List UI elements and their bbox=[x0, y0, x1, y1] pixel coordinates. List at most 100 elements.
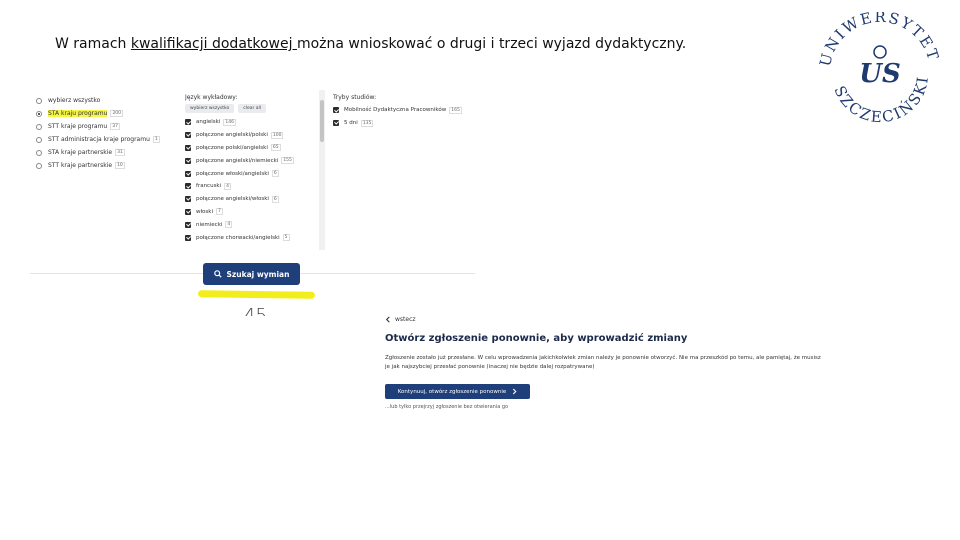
radio-button[interactable] bbox=[36, 162, 42, 169]
reopen-application-screenshot: wstecz Otwórz zgłoszenie ponownie, aby w… bbox=[385, 316, 830, 426]
result-count-badge: 37 bbox=[110, 123, 120, 130]
language-label: połączone angielski/polski bbox=[196, 132, 268, 139]
result-count-badge: 6 bbox=[271, 170, 279, 178]
select-all-button[interactable]: wybierz wszystko bbox=[185, 104, 235, 113]
search-filters-screenshot: wybierz wszystko STA kraju programu 200 STT… bbox=[30, 88, 475, 303]
language-option[interactable]: włoski 7 bbox=[185, 206, 319, 219]
language-label: połączone włoski/angielski bbox=[196, 170, 269, 177]
checkbox[interactable] bbox=[185, 234, 191, 241]
scroll-thumb[interactable] bbox=[320, 100, 324, 142]
checkbox[interactable] bbox=[185, 132, 191, 139]
study-mode-label: 5 dni bbox=[344, 120, 358, 127]
title-post: można wnioskować o drugi i trzeci wyjazd… bbox=[296, 36, 687, 52]
result-count-badge: 165 bbox=[449, 106, 462, 114]
result-count-badge: 7 bbox=[216, 208, 223, 216]
checkbox[interactable] bbox=[185, 119, 191, 126]
radio-button[interactable] bbox=[36, 97, 42, 104]
result-count-badge: 200 bbox=[110, 110, 124, 117]
language-label: angielski bbox=[196, 119, 221, 126]
language-option[interactable]: angielski 146 bbox=[185, 116, 319, 129]
checkbox[interactable] bbox=[185, 183, 191, 190]
language-label: francuski bbox=[196, 183, 222, 190]
university-logo: UNIWERSYTET SZCZECIŃSKI US bbox=[816, 8, 942, 128]
result-count-badge: 4 bbox=[225, 221, 233, 229]
back-label: wstecz bbox=[395, 316, 416, 323]
program-label: STT administracja kraje programu bbox=[48, 136, 150, 143]
title-link: kwalifikacji dodatkowej bbox=[130, 36, 297, 52]
study-mode-option[interactable]: Mobilność Dydaktyczna Pracowników 165 bbox=[333, 104, 473, 117]
result-count-badge: 146 bbox=[223, 118, 236, 126]
language-label: połączone angielski/włoski bbox=[196, 196, 269, 203]
language-option[interactable]: francuski 4 bbox=[185, 180, 319, 193]
checkbox[interactable] bbox=[185, 196, 191, 203]
logo-monogram: US bbox=[859, 59, 900, 89]
program-option[interactable]: wybierz wszystko bbox=[36, 94, 176, 107]
program-option[interactable]: STT kraje programu 37 bbox=[36, 120, 176, 133]
search-button-label: Szukaj wymian bbox=[226, 269, 290, 279]
results-count: 45 bbox=[244, 305, 267, 316]
language-label: niemiecki bbox=[196, 221, 223, 228]
program-label: STA kraje partnerskie bbox=[48, 149, 113, 156]
program-label: wybierz wszystko bbox=[48, 97, 101, 104]
language-option[interactable]: połączone angielski/polski 100 bbox=[185, 129, 319, 142]
reopen-description: Zgłoszenie zostało już przesłane. W celu… bbox=[385, 355, 821, 370]
result-count-badge: 10 bbox=[115, 162, 125, 169]
language-label: połączone angielski/niemiecki bbox=[196, 157, 279, 164]
language-header: Język wykładowy: bbox=[185, 94, 238, 101]
checkbox[interactable] bbox=[185, 144, 191, 151]
slide-title: W ramach kwalifikacji dodatkowej można w… bbox=[55, 36, 686, 52]
language-label: włoski bbox=[196, 208, 214, 215]
program-label: STT kraje partnerskie bbox=[48, 162, 113, 169]
radio-button[interactable] bbox=[36, 110, 42, 117]
program-option[interactable]: STA kraje partnerskie 31 bbox=[36, 146, 176, 159]
reopen-button-label: Kontynuuj, otwórz zgłoszenie ponownie bbox=[397, 388, 507, 395]
language-option[interactable]: połączone polski/angielski 65 bbox=[185, 142, 319, 155]
result-count-badge: 6 bbox=[271, 195, 279, 203]
checkbox[interactable] bbox=[333, 120, 339, 127]
checkbox[interactable] bbox=[185, 208, 191, 215]
search-exchanges-button[interactable]: Szukaj wymian bbox=[203, 263, 300, 285]
result-count-badge: 100 bbox=[270, 131, 284, 139]
result-count-badge: 1 bbox=[152, 136, 160, 143]
language-option[interactable]: połączone włoski/angielski 6 bbox=[185, 167, 319, 180]
back-link[interactable]: wstecz bbox=[385, 316, 830, 323]
study-mode-option[interactable]: 5 dni 135 bbox=[333, 117, 473, 130]
radio-button[interactable] bbox=[36, 149, 42, 156]
search-icon bbox=[213, 270, 222, 278]
result-count-badge: 135 bbox=[360, 119, 374, 127]
language-label: połączone chorwacki/angielski bbox=[196, 234, 280, 241]
language-filter: Język wykładowy: wybierz wszystko clear … bbox=[185, 94, 319, 250]
checkbox[interactable] bbox=[333, 107, 339, 114]
radio-button[interactable] bbox=[36, 123, 42, 130]
program-option[interactable]: STT administracja kraje programu 1 bbox=[36, 133, 176, 146]
checkbox[interactable] bbox=[185, 170, 191, 177]
result-count-badge: 5 bbox=[282, 234, 290, 242]
language-option[interactable]: połączone angielski/niemiecki 155 bbox=[185, 154, 319, 167]
language-label: połączone polski/angielski bbox=[196, 144, 268, 151]
radio-button[interactable] bbox=[36, 136, 42, 143]
language-option[interactable]: połączone angielski/włoski 6 bbox=[185, 193, 319, 206]
chevron-right-icon bbox=[513, 388, 517, 395]
result-count-badge: 155 bbox=[281, 157, 294, 165]
modes-header: Tryby studiów: bbox=[333, 94, 377, 101]
result-count-badge: 65 bbox=[270, 144, 281, 152]
program-option[interactable]: STA kraju programu 200 bbox=[36, 107, 176, 120]
study-mode-label: Mobilność Dydaktyczna Pracowników bbox=[344, 107, 447, 114]
program-label: STT kraje programu bbox=[48, 123, 108, 130]
checkbox[interactable] bbox=[185, 157, 191, 164]
language-scrollbar[interactable] bbox=[319, 90, 325, 250]
program-option[interactable]: STT kraje partnerskie 10 bbox=[36, 159, 176, 172]
program-type-list: wybierz wszystko STA kraju programu 200 STT… bbox=[36, 94, 176, 172]
checkbox[interactable] bbox=[185, 221, 191, 228]
reopen-application-button[interactable]: Kontynuuj, otwórz zgłoszenie ponownie bbox=[385, 384, 530, 399]
result-count-badge: 31 bbox=[115, 149, 125, 156]
study-mode-filter: Tryby studiów: Mobilność Dydaktyczna Pra… bbox=[333, 94, 473, 130]
title-pre: W ramach bbox=[55, 36, 131, 52]
result-count-badge: 4 bbox=[224, 182, 232, 190]
chevron-left-icon bbox=[385, 316, 390, 323]
language-option[interactable]: niemiecki 4 bbox=[185, 218, 319, 231]
clear-all-button[interactable]: clear all bbox=[238, 104, 267, 113]
view-only-link[interactable]: ...lub tylko przejrzyj zgłoszenie bez ot… bbox=[385, 404, 830, 410]
program-label: STA kraju programu bbox=[48, 110, 108, 117]
language-option[interactable]: połączone chorwacki/angielski 5 bbox=[185, 231, 319, 244]
